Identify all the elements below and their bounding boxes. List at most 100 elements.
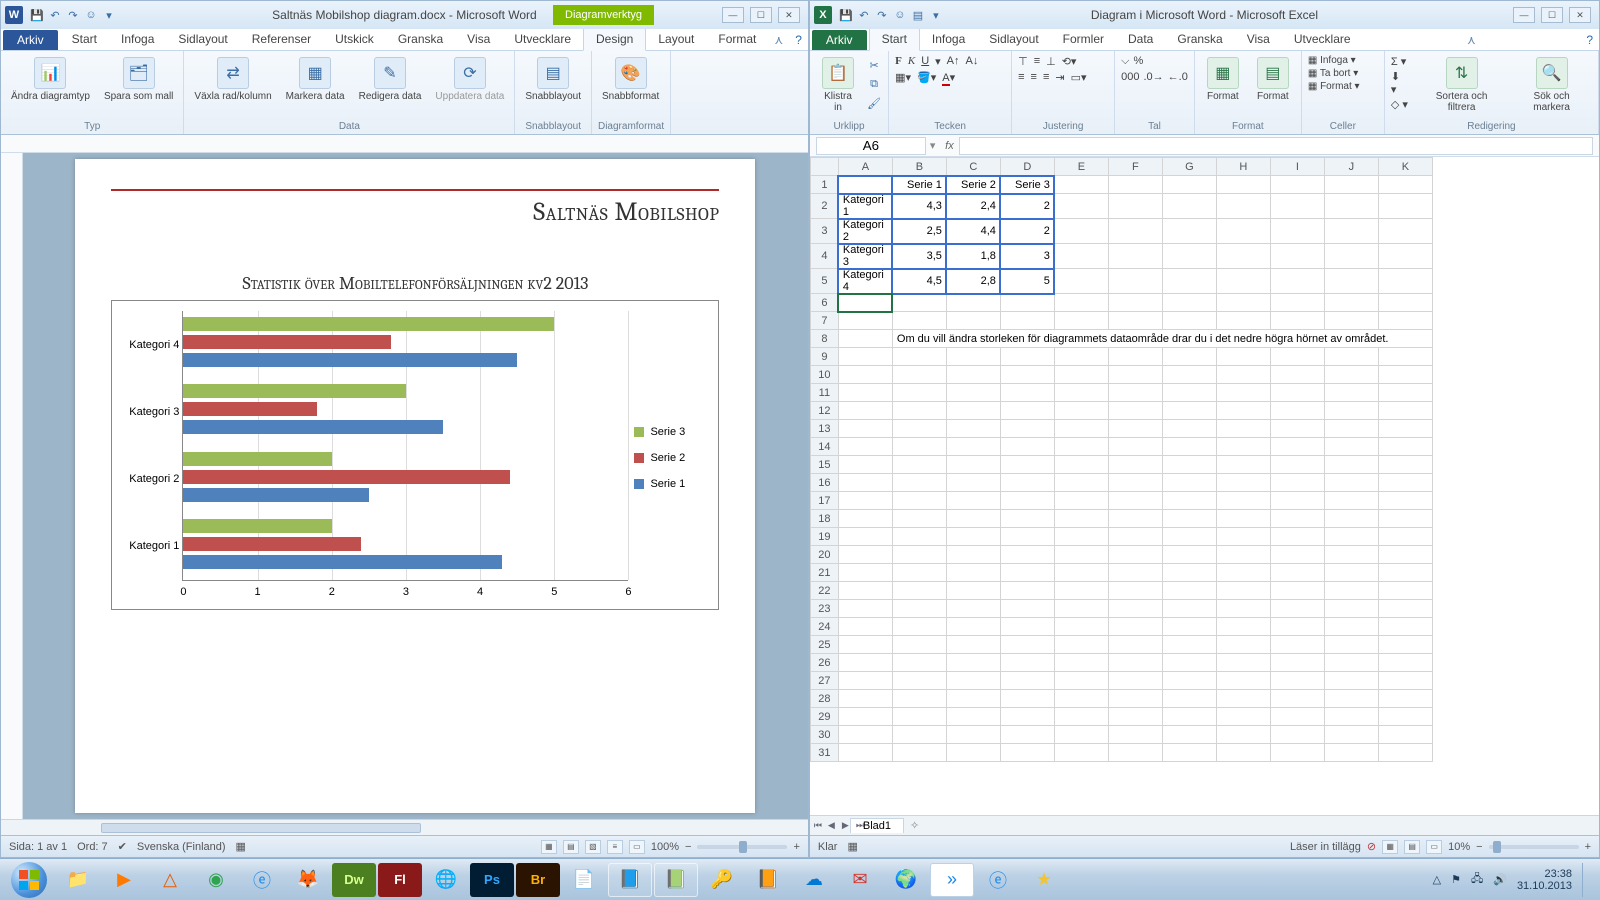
cell-B13[interactable]: [892, 420, 946, 438]
cell-E14[interactable]: [1054, 438, 1108, 456]
cell-C27[interactable]: [946, 672, 1000, 690]
bar-serie1[interactable]: [183, 353, 517, 367]
cell-G3[interactable]: [1162, 219, 1216, 244]
cell-G1[interactable]: [1162, 176, 1216, 194]
cell-G9[interactable]: [1162, 348, 1216, 366]
cell-B11[interactable]: [892, 384, 946, 402]
bar-serie1[interactable]: [183, 488, 368, 502]
increase-decimal-icon[interactable]: .0→: [1143, 71, 1163, 83]
row-header-21[interactable]: 21: [810, 564, 838, 582]
cell-E9[interactable]: [1054, 348, 1108, 366]
cell-K20[interactable]: [1378, 546, 1432, 564]
cell-E26[interactable]: [1054, 654, 1108, 672]
cell-I10[interactable]: [1270, 366, 1324, 384]
bar-serie2[interactable]: [183, 402, 317, 416]
col-header-D[interactable]: D: [1000, 158, 1054, 176]
font-size-down-icon[interactable]: A↓: [966, 55, 979, 68]
new-sheet-icon[interactable]: ✧: [904, 819, 925, 832]
cell-J17[interactable]: [1324, 492, 1378, 510]
tray-clock[interactable]: 23:38 31.10.2013: [1517, 868, 1572, 892]
cell-K19[interactable]: [1378, 528, 1432, 546]
cell-A16[interactable]: [838, 474, 892, 492]
cell-E24[interactable]: [1054, 618, 1108, 636]
cell-A2[interactable]: Kategori 1: [838, 194, 892, 219]
clear-icon[interactable]: ◇ ▾: [1391, 98, 1408, 111]
taskbar-arrows-icon[interactable]: »: [930, 863, 974, 897]
taskbar-ie-icon[interactable]: ⓔ: [240, 863, 284, 897]
cell-K27[interactable]: [1378, 672, 1432, 690]
excel-sheet[interactable]: ABCDEFGHIJK1Serie 1Serie 2Serie 32Katego…: [810, 157, 1599, 815]
chart-plot-area[interactable]: 0123456Kategori 1Kategori 2Kategori 3Kat…: [182, 311, 628, 581]
cell-A22[interactable]: [838, 582, 892, 600]
tab-visa[interactable]: Visa: [1235, 29, 1282, 50]
tab-formler[interactable]: Formler: [1051, 29, 1116, 50]
cell-A4[interactable]: Kategori 3: [838, 244, 892, 269]
cell-J6[interactable]: [1324, 294, 1378, 312]
borders-icon[interactable]: ▦▾: [895, 71, 911, 84]
cell-C4[interactable]: 1,8: [946, 244, 1000, 269]
cell-B4[interactable]: 3,5: [892, 244, 946, 269]
cell-I15[interactable]: [1270, 456, 1324, 474]
quick-style-button[interactable]: 🎨Snabbformat: [598, 55, 663, 104]
cell-K11[interactable]: [1378, 384, 1432, 402]
cell-G10[interactable]: [1162, 366, 1216, 384]
cell-H16[interactable]: [1216, 474, 1270, 492]
cell-B20[interactable]: [892, 546, 946, 564]
cell-C9[interactable]: [946, 348, 1000, 366]
col-header-J[interactable]: J: [1324, 158, 1378, 176]
cell-A1[interactable]: [838, 176, 892, 194]
bar-serie2[interactable]: [183, 335, 391, 349]
cell-I2[interactable]: [1270, 194, 1324, 219]
legend-item-serie1[interactable]: Serie 1: [634, 478, 708, 490]
tab-granska[interactable]: Granska: [1165, 29, 1234, 50]
save-icon[interactable]: 💾: [838, 7, 854, 23]
cell-I4[interactable]: [1270, 244, 1324, 269]
cell-I13[interactable]: [1270, 420, 1324, 438]
cell-B12[interactable]: [892, 402, 946, 420]
col-header-A[interactable]: A: [838, 158, 892, 176]
cell-J31[interactable]: [1324, 744, 1378, 762]
row-header-15[interactable]: 15: [810, 456, 838, 474]
switch-row-col-button[interactable]: ⇄Växla rad/kolumn: [190, 55, 275, 104]
table-format-button[interactable]: ▤Format: [1251, 55, 1295, 104]
taskbar-excel-icon[interactable]: 📗: [654, 863, 698, 897]
cell-F26[interactable]: [1108, 654, 1162, 672]
tray-flag-icon[interactable]: ⚑: [1451, 873, 1461, 886]
cell-J20[interactable]: [1324, 546, 1378, 564]
zoom-slider[interactable]: [697, 845, 787, 849]
select-data-button[interactable]: ▦Markera data: [282, 55, 349, 104]
cell-E25[interactable]: [1054, 636, 1108, 654]
row-header-7[interactable]: 7: [810, 312, 838, 330]
bold-button[interactable]: F: [895, 55, 902, 68]
cell-D15[interactable]: [1000, 456, 1054, 474]
taskbar-firefox-icon[interactable]: 🦊: [286, 863, 330, 897]
tray-up-icon[interactable]: △: [1433, 873, 1441, 886]
close-button[interactable]: ✕: [1569, 7, 1591, 23]
cell-B31[interactable]: [892, 744, 946, 762]
cell-D11[interactable]: [1000, 384, 1054, 402]
row-header-25[interactable]: 25: [810, 636, 838, 654]
cell-B16[interactable]: [892, 474, 946, 492]
cell-K4[interactable]: [1378, 244, 1432, 269]
row-header-28[interactable]: 28: [810, 690, 838, 708]
cell-D24[interactable]: [1000, 618, 1054, 636]
cell-D19[interactable]: [1000, 528, 1054, 546]
cell-G27[interactable]: [1162, 672, 1216, 690]
cell-E12[interactable]: [1054, 402, 1108, 420]
cell-A5[interactable]: Kategori 4: [838, 269, 892, 294]
cell-K25[interactable]: [1378, 636, 1432, 654]
cell-G2[interactable]: [1162, 194, 1216, 219]
cell-G13[interactable]: [1162, 420, 1216, 438]
cell-F24[interactable]: [1108, 618, 1162, 636]
taskbar-flash-icon[interactable]: Fl: [378, 863, 422, 897]
cell-C11[interactable]: [946, 384, 1000, 402]
new-icon[interactable]: ▤: [910, 7, 926, 23]
cell-J1[interactable]: [1324, 176, 1378, 194]
cell-G25[interactable]: [1162, 636, 1216, 654]
cell-E3[interactable]: [1054, 219, 1108, 244]
cut-icon[interactable]: ✂: [866, 57, 882, 73]
zoom-level[interactable]: 100%: [651, 841, 679, 853]
cell-C20[interactable]: [946, 546, 1000, 564]
cell-B21[interactable]: [892, 564, 946, 582]
taskbar-ie2-icon[interactable]: ⓔ: [976, 863, 1020, 897]
